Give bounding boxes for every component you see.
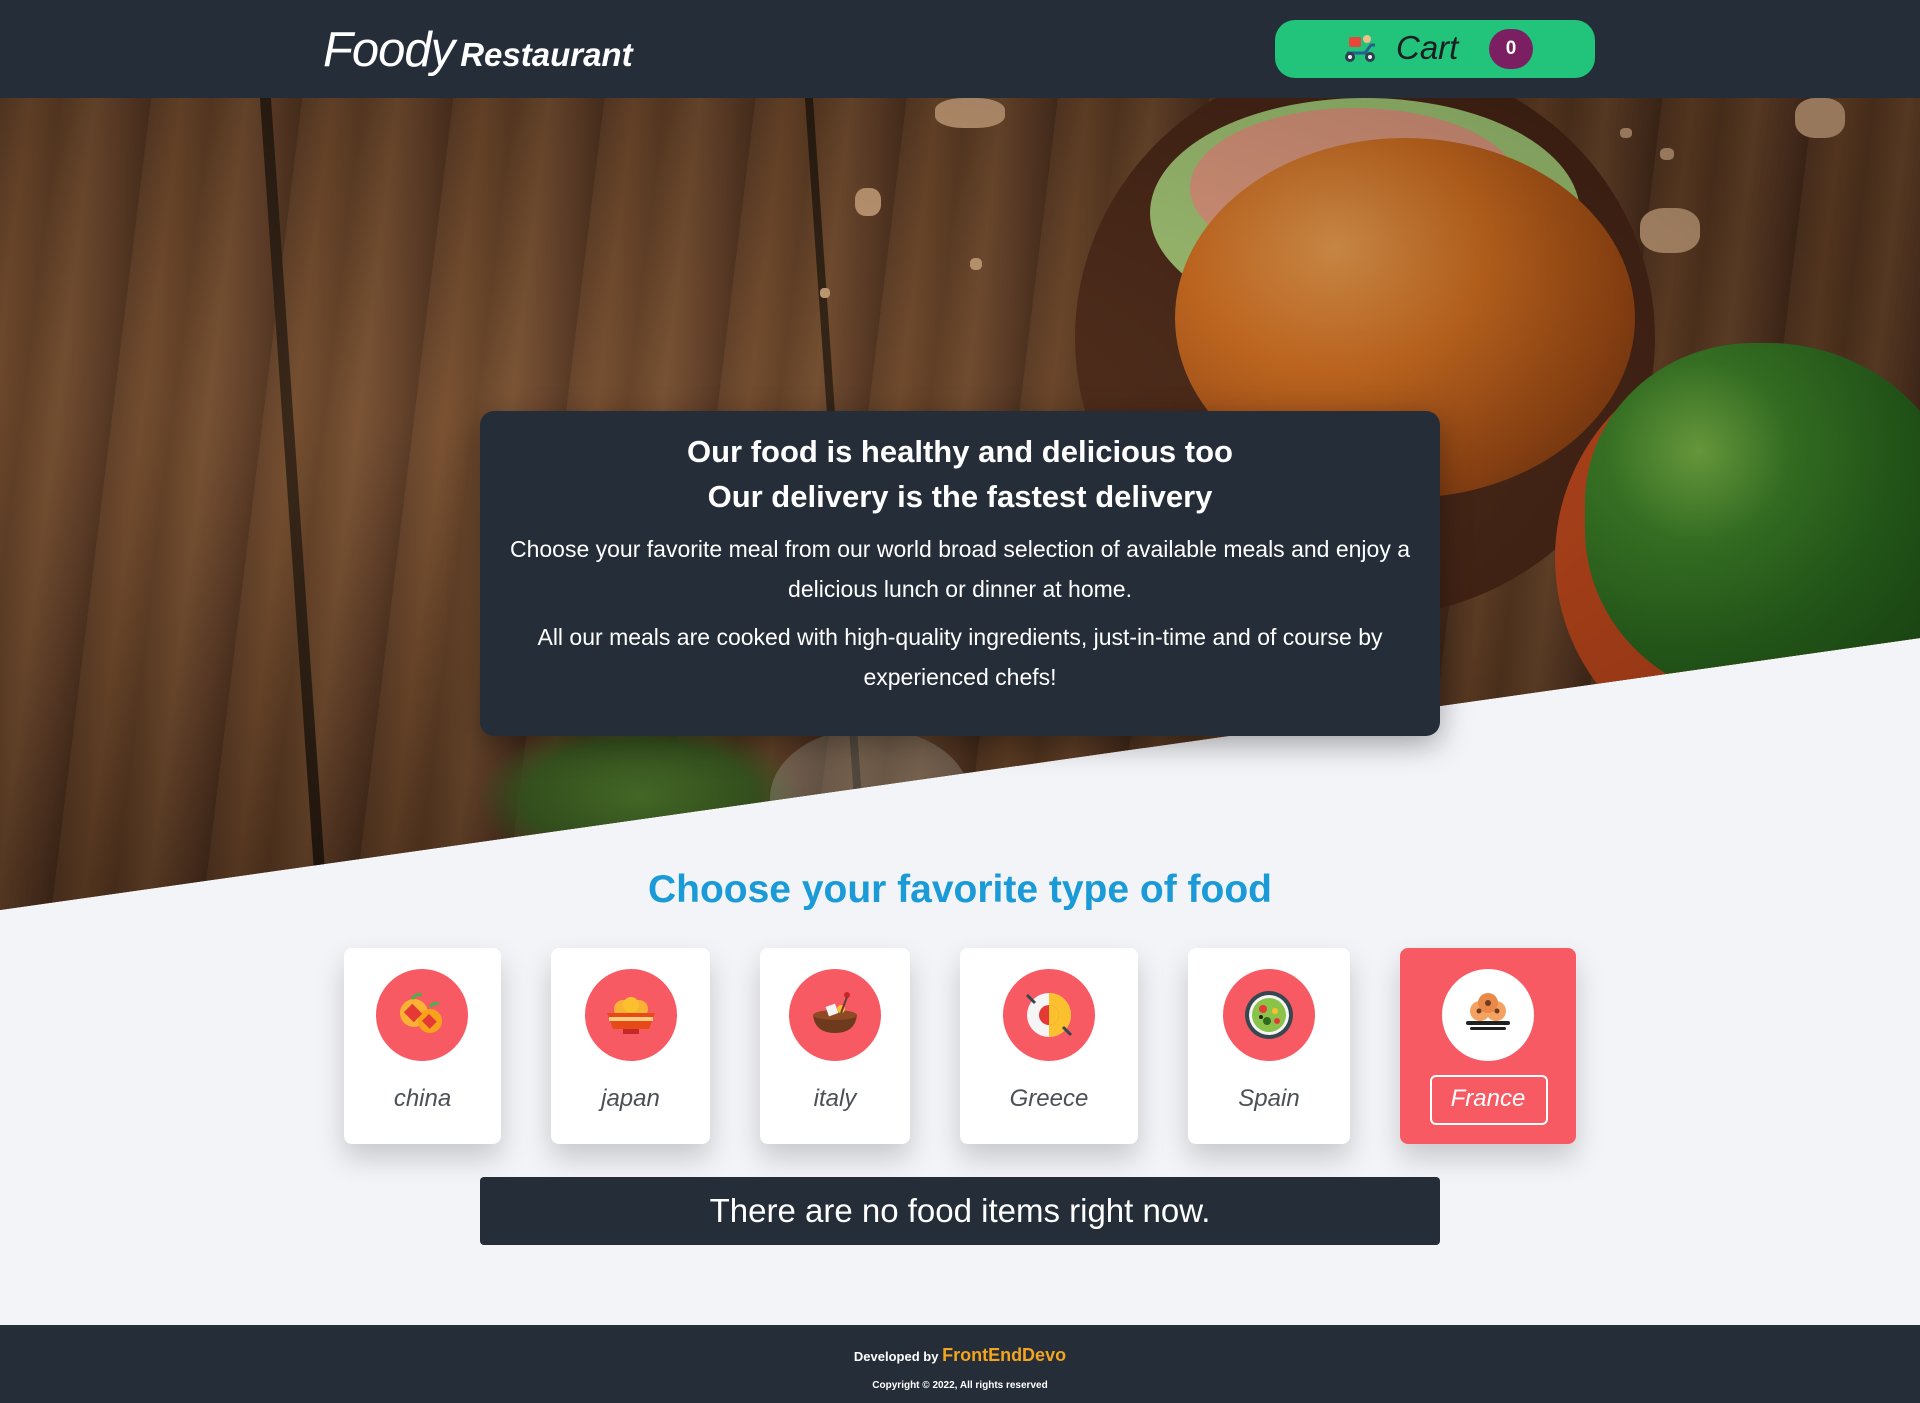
food-type-card-france[interactable]: France bbox=[1400, 948, 1576, 1144]
developed-by-text: Developed by bbox=[853, 1349, 939, 1364]
food-type-label: italy bbox=[813, 1085, 857, 1112]
site-logo[interactable]: Foody Restaurant bbox=[323, 22, 633, 78]
hero-title-line-1: Our food is healthy and delicious too bbox=[687, 434, 1233, 469]
hero-paragraph-2: All our meals are cooked with high-quali… bbox=[537, 624, 1383, 690]
french-pastry-icon bbox=[1442, 969, 1534, 1061]
logo-main-text: Foody bbox=[323, 23, 455, 77]
hero-title-line-2: Our delivery is the fastest delivery bbox=[707, 479, 1213, 514]
chinese-oranges-icon bbox=[376, 969, 468, 1061]
logo-sub-text: Restaurant bbox=[460, 36, 633, 73]
copyright-text: Copyright © 2022, All rights reserved bbox=[872, 1380, 1048, 1391]
cart-count-badge: 0 bbox=[1489, 29, 1533, 69]
food-type-card-spain[interactable]: Spain bbox=[1188, 948, 1350, 1144]
greek-pan-icon bbox=[1003, 969, 1095, 1061]
empty-food-items-message: There are no food items right now. bbox=[480, 1177, 1440, 1245]
page-footer: Developed by FrontEndDevo Copyright © 20… bbox=[0, 1325, 1920, 1403]
food-type-label: France bbox=[1450, 1085, 1526, 1112]
top-navbar: Foody Restaurant Cart 0 bbox=[0, 0, 1920, 98]
food-type-card-italy[interactable]: italy bbox=[760, 948, 910, 1144]
food-type-label: Spain bbox=[1238, 1085, 1300, 1112]
cart-button[interactable]: Cart 0 bbox=[1275, 20, 1595, 78]
scooter-delivery-icon bbox=[1345, 35, 1375, 62]
cart-label: Cart bbox=[1396, 29, 1459, 66]
hero-paragraph-1: Choose your favorite meal from our world… bbox=[509, 536, 1411, 602]
spanish-paella-icon bbox=[1223, 969, 1315, 1061]
food-type-list: china japan italy Greece Spain France bbox=[0, 948, 1920, 1144]
food-type-label: china bbox=[393, 1085, 452, 1112]
food-type-card-china[interactable]: china bbox=[344, 948, 501, 1144]
developer-link[interactable]: FrontEndDevo bbox=[942, 1345, 1066, 1365]
italian-pot-icon bbox=[789, 969, 881, 1061]
food-type-label: japan bbox=[601, 1085, 660, 1112]
food-type-card-greece[interactable]: Greece bbox=[960, 948, 1138, 1144]
food-type-card-japan[interactable]: japan bbox=[551, 948, 710, 1144]
hero-title: Our food is healthy and delicious too Ou… bbox=[480, 429, 1440, 519]
hero-info-card: Our food is healthy and delicious too Ou… bbox=[480, 411, 1440, 736]
food-type-section-title: Choose your favorite type of food bbox=[647, 868, 1273, 911]
developer-credit: Developed by FrontEndDevo bbox=[0, 1345, 1920, 1366]
food-type-label: Greece bbox=[1009, 1085, 1089, 1112]
japanese-bowl-icon bbox=[585, 969, 677, 1061]
